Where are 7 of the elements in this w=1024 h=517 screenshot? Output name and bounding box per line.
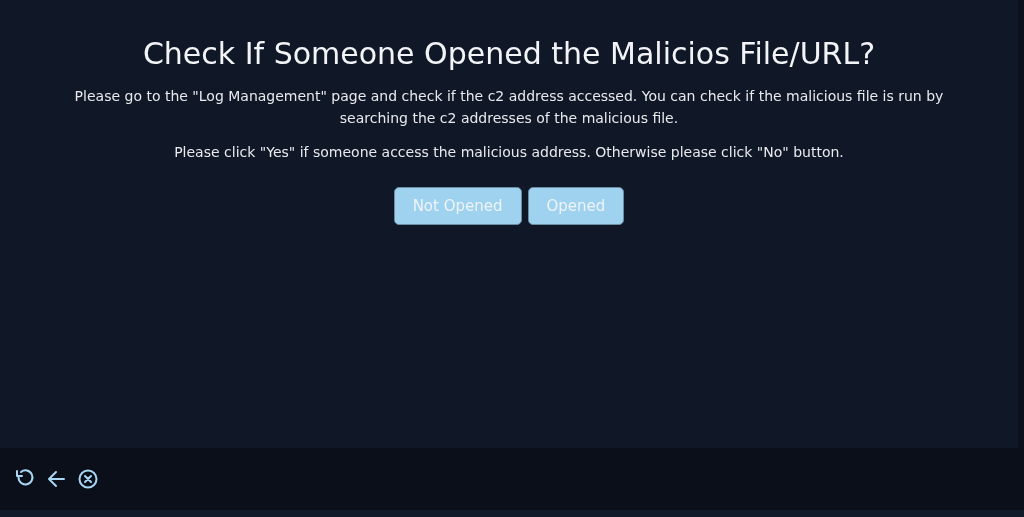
answer-button[interactable]: Opened	[527, 187, 625, 225]
dialog-title: Check If Someone Opened the Malicios File/URL?	[142, 36, 876, 71]
instruction-text: Please go to the "Log Management" page and check if the c2 address accessed. You can check if the malicious file is run by searching the c2 addresses of the malicious file.	[74, 87, 944, 128]
back-arrow-icon[interactable]	[46, 468, 68, 490]
close-icon[interactable]	[77, 468, 99, 490]
answer-button[interactable]: Not Opened	[393, 187, 522, 225]
instruction-text: Please click "Yes" if someone access the malicious address. Otherwise please click "No" button.	[173, 143, 845, 162]
